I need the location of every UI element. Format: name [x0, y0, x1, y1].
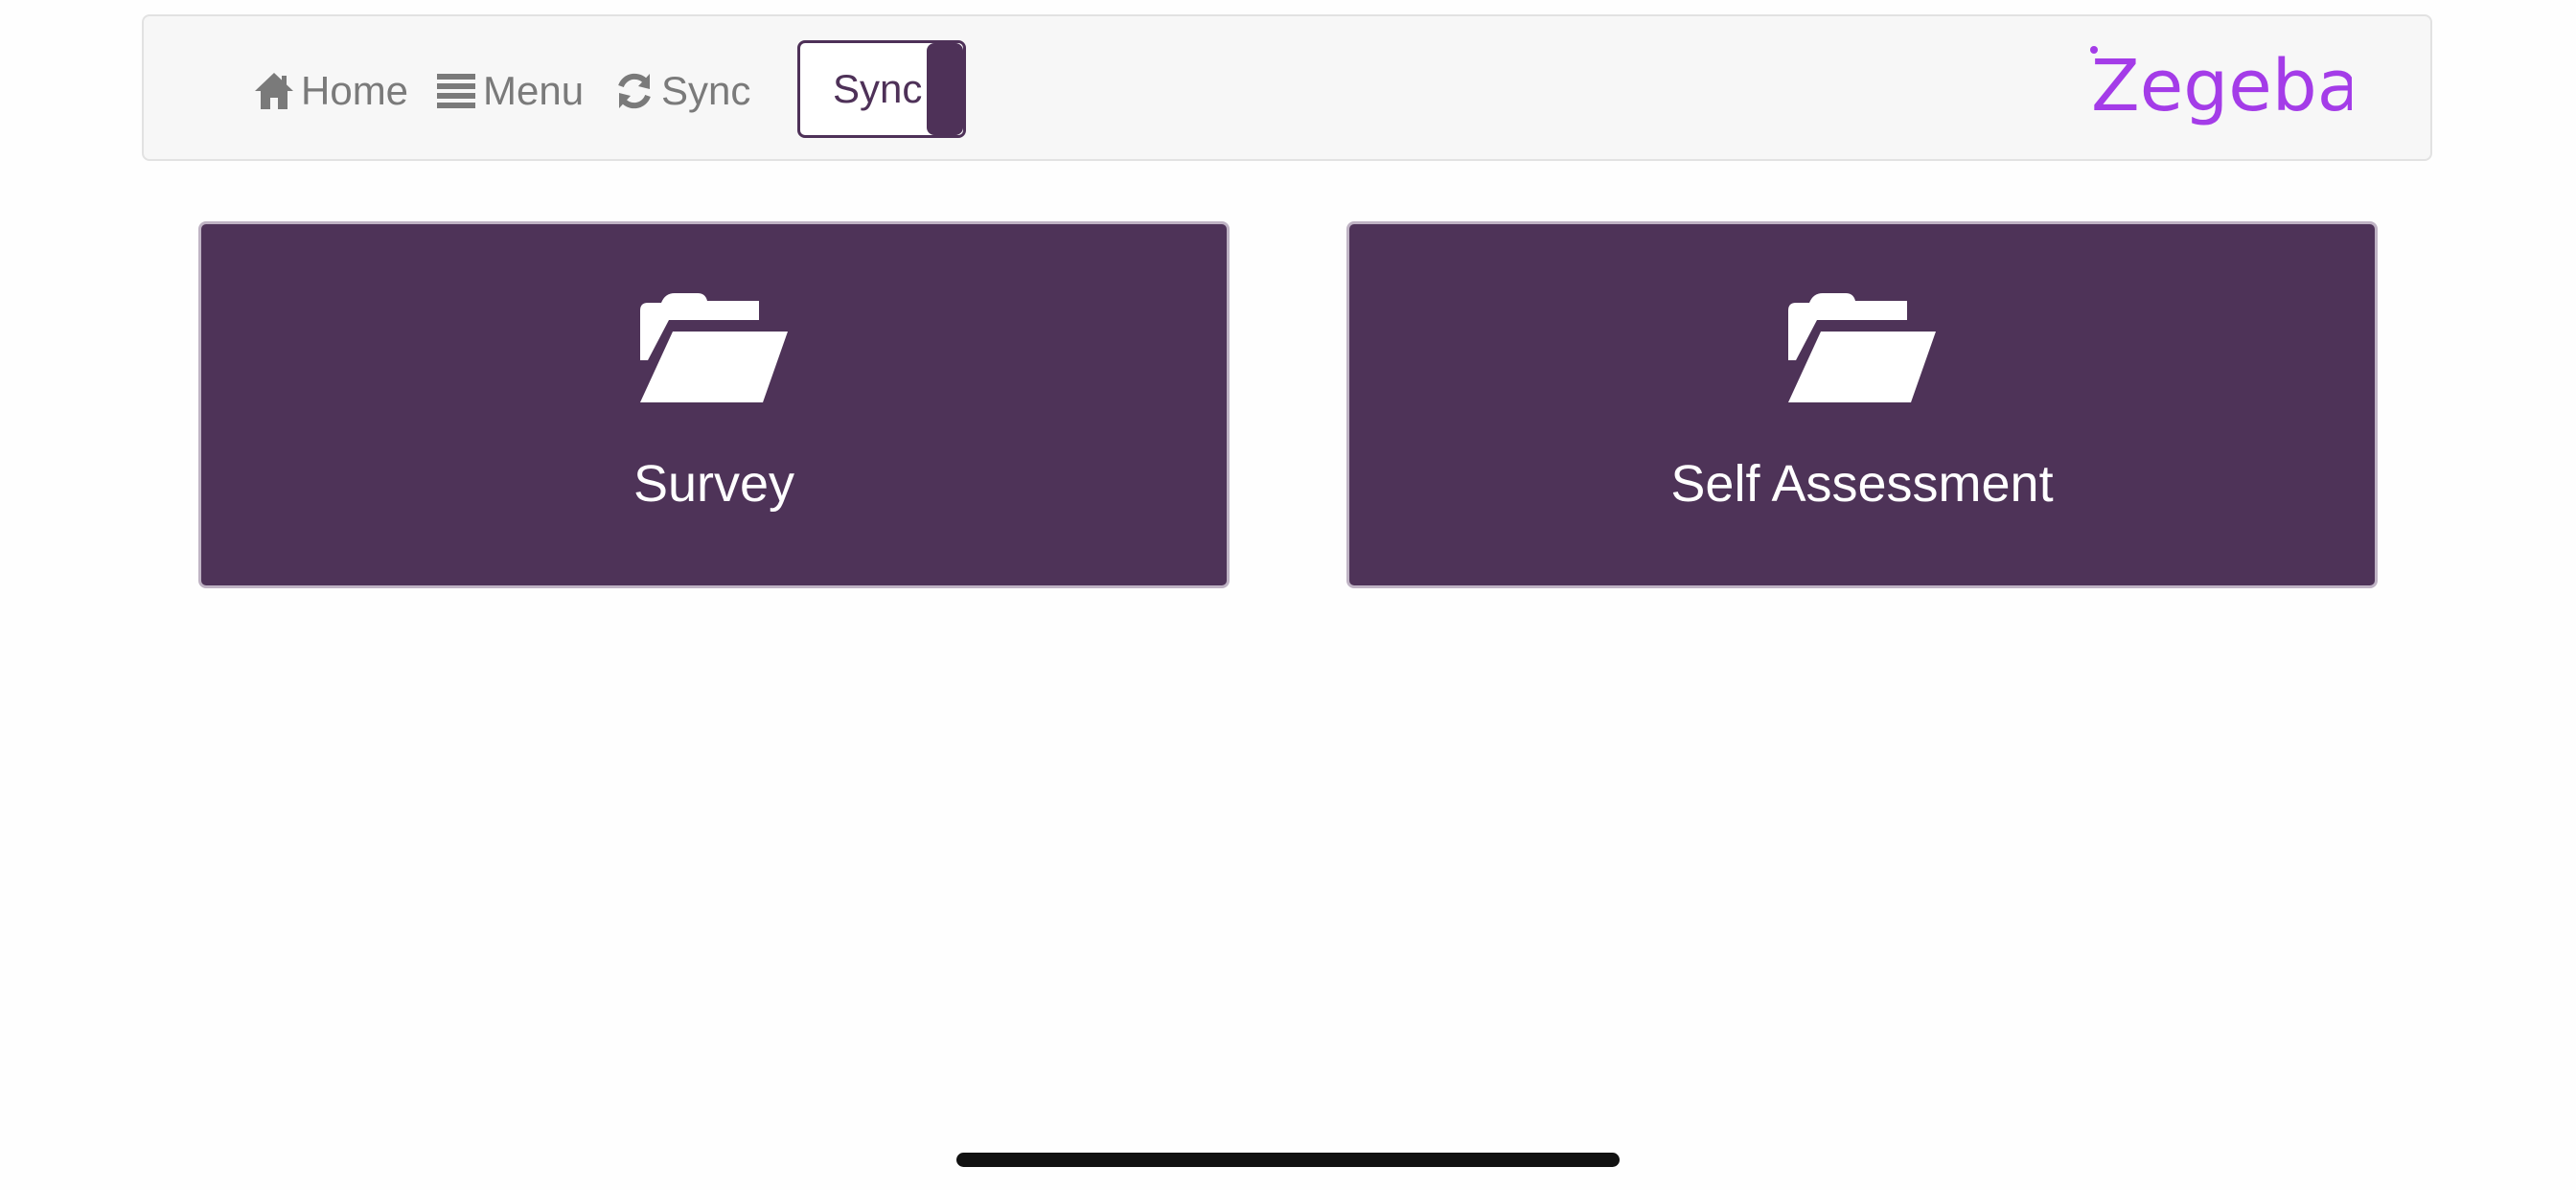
top-navbar: Home Menu Sync Sync Zegeba — [142, 14, 2432, 161]
menu-icon — [435, 70, 477, 112]
nav-home-link[interactable]: Home — [253, 64, 408, 118]
nav-sync-label: Sync — [661, 68, 751, 113]
home-indicator[interactable] — [956, 1153, 1620, 1167]
folder-open-icon — [1788, 293, 1936, 402]
nav-menu-label: Menu — [483, 68, 585, 113]
zegeba-logo: Zegeba — [2083, 35, 2360, 141]
home-icon — [253, 70, 295, 112]
folder-open-icon — [640, 293, 788, 402]
sync-toggle[interactable]: Sync — [797, 40, 966, 138]
logo-text: Zegeba — [2091, 45, 2352, 127]
nav-sync-link[interactable]: Sync — [613, 64, 750, 118]
sync-toggle-knob — [927, 43, 963, 135]
sync-toggle-label: Sync — [833, 66, 923, 111]
nav-home-label: Home — [301, 68, 409, 113]
survey-label: Survey — [632, 455, 795, 513]
nav-menu-link[interactable]: Menu — [435, 64, 584, 118]
self-assessment-label: Self Assessment — [1670, 455, 2054, 513]
refresh-icon — [613, 70, 656, 112]
survey-tile[interactable]: Survey — [198, 221, 1230, 588]
self-assessment-tile[interactable]: Self Assessment — [1346, 221, 2378, 588]
